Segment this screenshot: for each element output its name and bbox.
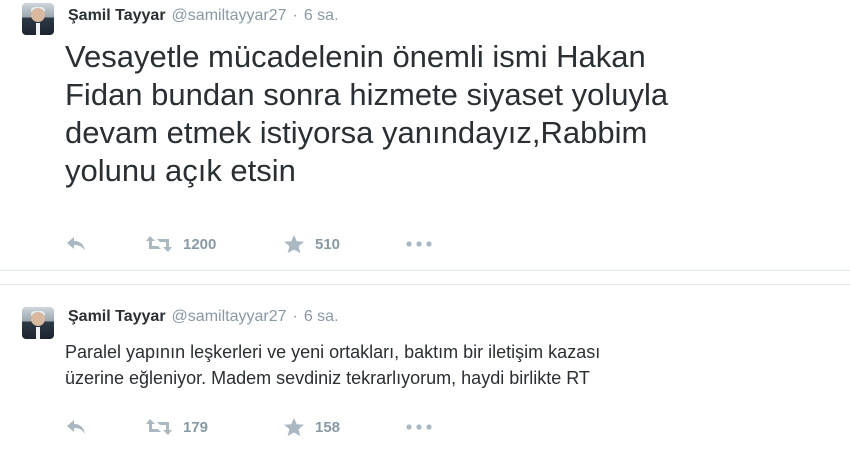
retweet-icon — [146, 236, 172, 252]
tweet-divider — [0, 270, 850, 285]
timestamp[interactable]: 6 sa. — [304, 308, 339, 325]
tweet-text-line: yolunu açık etsin — [65, 153, 296, 188]
favorite-count: 510 — [315, 235, 341, 253]
favorite-count: 158 — [315, 418, 341, 436]
more-button[interactable] — [405, 232, 433, 256]
reply-icon — [67, 420, 85, 434]
tweet-text-line: üzerine eğleniyor. Madem sevdiniz tekrar… — [65, 368, 590, 388]
more-icon — [406, 424, 432, 430]
tweet-text-line: devam etmek istiyorsa yanındayız,Rabbim — [65, 115, 648, 150]
user-name[interactable]: Şamil Tayyar — [68, 7, 166, 24]
tweet-text-line: Fidan bundan sonra hizmete siyaset yoluy… — [65, 77, 669, 112]
user-handle[interactable]: @samiltayyar27 — [172, 308, 287, 325]
more-button[interactable] — [405, 415, 433, 439]
reply-icon — [67, 237, 85, 251]
retweet-count: 1200 — [183, 235, 217, 253]
retweet-icon — [146, 419, 172, 435]
tweet: Şamil Tayyar @samiltayyar27 · 6 sa. Paralel… — [0, 284, 850, 451]
avatar[interactable] — [22, 3, 54, 35]
avatar[interactable] — [22, 307, 54, 339]
retweet-button[interactable]: 1200 — [145, 232, 216, 256]
tweet-text: Vesayetle mücadelenin önemli ismi Hakan … — [65, 38, 835, 190]
tweet-text-line: Vesayetle mücadelenin önemli ismi Hakan — [65, 39, 646, 74]
tweet-text: Paralel yapının leşkerleri ve yeni ortak… — [65, 339, 835, 391]
more-icon — [406, 241, 432, 247]
reply-button[interactable] — [65, 415, 87, 439]
user-name[interactable]: Şamil Tayyar — [68, 308, 166, 325]
favorite-button[interactable]: 510 — [283, 232, 340, 256]
retweet-button[interactable]: 179 — [145, 415, 208, 439]
user-handle[interactable]: @samiltayyar27 — [172, 7, 287, 24]
separator-dot: · — [292, 308, 298, 325]
favorite-button[interactable]: 158 — [283, 415, 340, 439]
timestamp[interactable]: 6 sa. — [304, 7, 339, 24]
tweet-text-line: Paralel yapının leşkerleri ve yeni ortak… — [65, 342, 601, 362]
tweet: Şamil Tayyar @samiltayyar27 · 6 sa. Vesayet… — [0, 0, 850, 270]
separator-dot: · — [292, 7, 298, 24]
favorite-icon — [284, 234, 304, 254]
retweet-count: 179 — [183, 418, 209, 436]
favorite-icon — [284, 417, 304, 437]
tweet-header: Şamil Tayyar @samiltayyar27 · 6 sa. — [68, 307, 339, 327]
reply-button[interactable] — [65, 232, 87, 256]
tweet-header: Şamil Tayyar @samiltayyar27 · 6 sa. — [68, 6, 339, 26]
